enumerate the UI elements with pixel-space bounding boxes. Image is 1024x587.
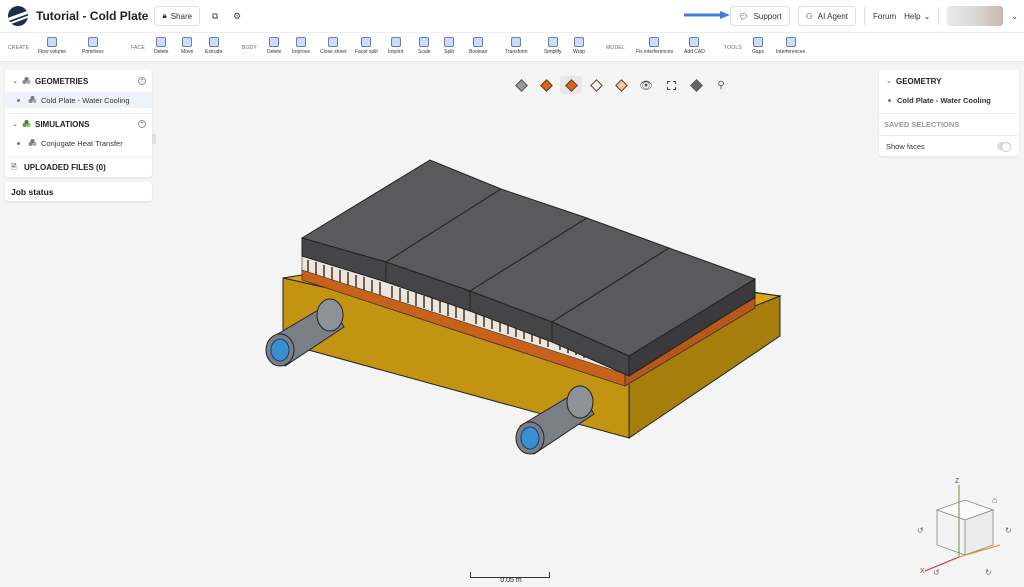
scale-label: 0.05 m <box>500 577 522 584</box>
rotate-right-icon[interactable]: ↻ <box>1005 526 1012 535</box>
home-icon[interactable]: ⌂ <box>992 495 997 505</box>
viewport-3d[interactable] <box>0 0 1024 587</box>
axis-z-label: Z <box>955 478 960 485</box>
rotate-down-right-icon[interactable]: ↻ <box>985 568 992 577</box>
orientation-cube[interactable]: Z X ⌂ ↺ ↻ ↺ ↻ <box>915 475 1015 580</box>
rotate-left-icon[interactable]: ↺ <box>917 526 924 535</box>
rotate-down-left-icon[interactable]: ↺ <box>933 568 940 577</box>
axis-x-label: X <box>920 568 925 575</box>
